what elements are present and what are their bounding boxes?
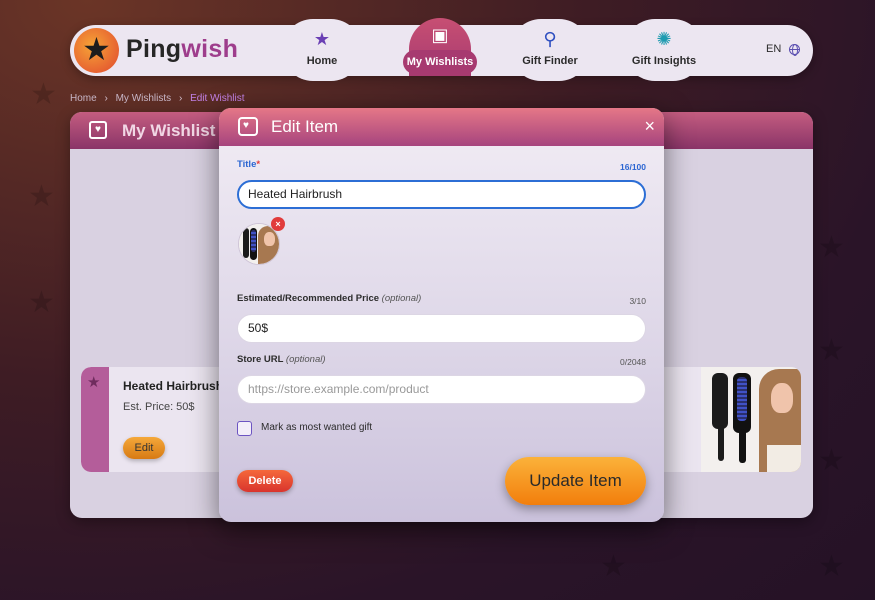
store-url-input[interactable]: https://store.example.com/product — [237, 375, 646, 404]
store-url-optional-text: (optional) — [285, 354, 326, 365]
background-star-icon: ★ — [818, 334, 845, 367]
delete-button[interactable]: Delete — [237, 470, 293, 492]
store-url-char-count: 0/2048 — [620, 357, 646, 367]
price-char-count: 3/10 — [629, 296, 646, 306]
store-url-label: Store URL (optional) — [237, 354, 326, 365]
product-image — [701, 367, 801, 472]
price-optional-text: (optional) — [381, 293, 422, 304]
background-star-icon: ★ — [28, 286, 55, 319]
store-url-label-text: Store URL — [237, 354, 284, 365]
background-star-icon: ★ — [28, 180, 55, 213]
gift-icon: ▣ — [431, 25, 449, 45]
most-wanted-checkbox[interactable] — [237, 421, 252, 436]
background-star-icon: ★ — [30, 78, 57, 111]
edit-item-modal: Edit Item × Title* 16/100 Heated Hairbru… — [219, 108, 664, 522]
breadcrumb: Home › My Wishlists › Edit Wishlist — [70, 93, 245, 104]
nav-my-wishlists-label[interactable]: My Wishlists — [403, 50, 477, 74]
update-item-button[interactable]: Update Item — [505, 457, 646, 505]
nav-gift-finder-label: Gift Finder — [522, 55, 578, 67]
search-icon: ⚲ — [543, 29, 557, 49]
nav-gift-insights[interactable]: ✺ Gift Insights — [624, 19, 704, 81]
remove-image-button[interactable]: × — [271, 217, 285, 231]
brand-logo-text[interactable]: Pingwish — [126, 35, 238, 64]
title-label-text: Title — [237, 159, 257, 170]
wishlist-panel-title: My Wishlist — [122, 121, 216, 140]
globe-icon[interactable] — [789, 44, 800, 56]
chevron-right-icon: › — [104, 93, 108, 104]
brand-name-part2: wish — [181, 35, 239, 63]
background-star-icon: ★ — [818, 444, 845, 477]
logo-icon[interactable]: ★ — [74, 28, 119, 73]
close-icon[interactable]: × — [644, 116, 655, 136]
gift-icon: ♥ — [89, 121, 107, 139]
star-icon: ★ — [313, 29, 331, 49]
nav-home-label: Home — [306, 55, 338, 67]
breadcrumb-home[interactable]: Home — [70, 93, 97, 104]
wish-item-price: Est. Price: 50$ — [123, 401, 195, 413]
background-star-icon: ★ — [818, 550, 845, 583]
price-label-text: Estimated/Recommended Price — [237, 293, 380, 304]
penguin-star-icon: ★ — [82, 31, 111, 67]
most-wanted-label[interactable]: Mark as most wanted gift — [261, 422, 372, 433]
title-char-count: 16/100 — [620, 162, 646, 172]
nav-home[interactable]: ★ Home — [282, 19, 362, 81]
chevron-right-icon: › — [178, 93, 183, 104]
language-label[interactable]: EN — [766, 43, 781, 55]
breadcrumb-my-wishlists[interactable]: My Wishlists — [116, 93, 172, 104]
modal-header: Edit Item × — [219, 108, 664, 146]
wish-item-name: Heated Hairbrush — [123, 379, 224, 393]
price-label: Estimated/Recommended Price (optional) — [237, 293, 421, 304]
brand-name-part1: Ping — [126, 35, 182, 63]
title-label: Title* — [237, 159, 260, 170]
gift-icon — [238, 117, 258, 136]
top-navbar: ★ Pingwish ★ Home ▣ My Wishlists ⚲ Gift … — [70, 18, 813, 81]
nav-gift-insights-label: Gift Insights — [631, 55, 697, 67]
edit-button[interactable]: Edit — [123, 437, 165, 459]
background-star-icon: ★ — [818, 231, 845, 264]
price-input[interactable]: 50$ — [237, 314, 646, 343]
star-icon: ★ — [87, 374, 101, 391]
lightbulb-icon: ✺ — [656, 29, 672, 49]
required-mark: * — [256, 159, 261, 170]
modal-title: Edit Item — [271, 117, 339, 136]
breadcrumb-current: Edit Wishlist — [190, 93, 245, 104]
nav-gift-finder[interactable]: ⚲ Gift Finder — [510, 19, 590, 81]
background-star-icon: ★ — [600, 550, 627, 583]
title-input[interactable]: Heated Hairbrush — [237, 180, 646, 209]
